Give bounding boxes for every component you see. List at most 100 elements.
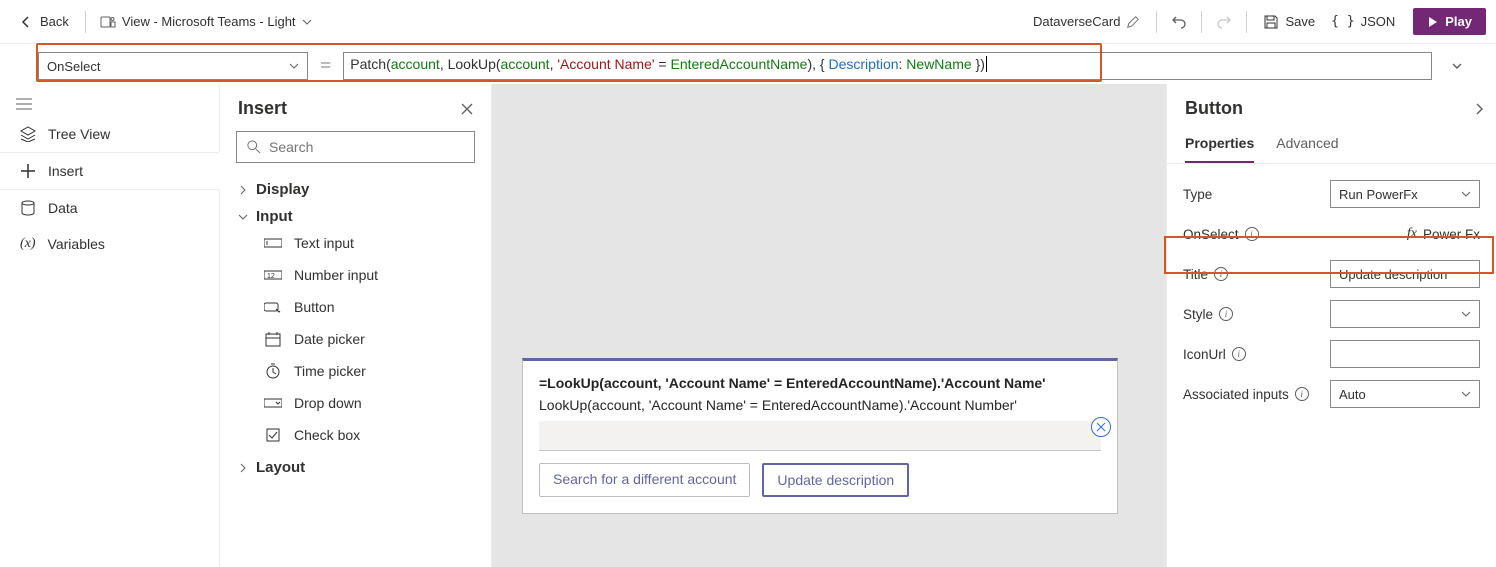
properties-expand[interactable]: [1474, 102, 1484, 116]
save-icon: [1263, 14, 1279, 30]
tab-advanced[interactable]: Advanced: [1276, 129, 1338, 163]
group-display[interactable]: Display: [220, 173, 491, 200]
view-dropdown[interactable]: View - Microsoft Teams - Light: [94, 10, 318, 34]
chevron-right-icon: [238, 463, 248, 473]
undo-icon: [1171, 14, 1187, 30]
card-button-update[interactable]: Update description: [762, 463, 909, 497]
prop-label-iconurl: IconUrli: [1183, 347, 1246, 362]
prop-type-select[interactable]: Run PowerFx: [1330, 180, 1480, 208]
info-icon[interactable]: i: [1295, 387, 1309, 401]
prop-onselect-value[interactable]: fx Power Fx: [1407, 226, 1480, 242]
insert-search-input[interactable]: [269, 139, 464, 155]
control-check-box[interactable]: Check box: [220, 419, 491, 451]
close-insert-button[interactable]: [457, 99, 477, 119]
separator: [1201, 11, 1202, 33]
separator: [85, 11, 86, 33]
prop-label-title: Titlei: [1183, 267, 1228, 282]
control-label: Text input: [294, 235, 354, 251]
layers-icon: [20, 126, 36, 142]
chevron-down-icon: [302, 17, 312, 27]
info-icon[interactable]: i: [1232, 347, 1246, 361]
sidebar-item-variables[interactable]: (x) Variables: [0, 226, 219, 262]
card-text-line-1: =LookUp(account, 'Account Name' = Entere…: [539, 375, 1101, 391]
chevron-down-icon: [1461, 189, 1471, 199]
svg-text:12: 12: [267, 273, 275, 280]
json-button[interactable]: { } JSON: [1323, 10, 1403, 33]
button-icon: [264, 301, 282, 313]
save-label: Save: [1285, 14, 1315, 29]
group-input[interactable]: Input: [220, 200, 491, 227]
control-time-picker[interactable]: Time picker: [220, 355, 491, 387]
prop-iconurl-input[interactable]: [1330, 340, 1480, 368]
checkbox-icon: [264, 428, 282, 442]
card-text-line-2: LookUp(account, 'Account Name' = Entered…: [539, 397, 1101, 413]
teams-icon: [100, 14, 116, 30]
pencil-icon: [1126, 15, 1140, 29]
equals-sign: =: [318, 55, 333, 78]
number-input-icon: 12: [264, 269, 282, 281]
play-button[interactable]: Play: [1413, 8, 1486, 35]
control-text-input[interactable]: Text input: [220, 227, 491, 259]
sidebar-item-label: Data: [48, 200, 78, 216]
clock-icon: [264, 363, 282, 379]
property-dropdown-value: OnSelect: [47, 59, 100, 74]
variable-icon: (x): [20, 236, 36, 252]
leftnav-collapse[interactable]: [0, 92, 219, 116]
control-date-picker[interactable]: Date picker: [220, 323, 491, 355]
close-icon: [461, 103, 473, 115]
prop-label-onselect: OnSelecti: [1183, 227, 1259, 242]
prop-assoc-select[interactable]: Auto: [1330, 380, 1480, 408]
prop-title-input[interactable]: Update description: [1330, 260, 1480, 288]
sidebar-item-insert[interactable]: Insert: [0, 152, 219, 190]
plus-icon: [20, 163, 36, 179]
json-label: JSON: [1361, 14, 1396, 29]
control-drop-down[interactable]: Drop down: [220, 387, 491, 419]
control-label: Number input: [294, 267, 378, 283]
back-button[interactable]: Back: [10, 10, 77, 34]
card-button-search[interactable]: Search for a different account: [539, 463, 750, 497]
token-fn: Patch: [350, 56, 386, 72]
chevron-down-icon: [1452, 61, 1462, 71]
dropdown-icon: [264, 397, 282, 409]
info-icon[interactable]: i: [1219, 307, 1233, 321]
info-icon[interactable]: i: [1214, 267, 1228, 281]
property-dropdown[interactable]: OnSelect: [38, 52, 308, 80]
design-canvas[interactable]: =LookUp(account, 'Account Name' = Entere…: [492, 84, 1166, 567]
group-label: Layout: [256, 459, 305, 476]
formula-bar[interactable]: Patch(account, LookUp(account, 'Account …: [343, 52, 1432, 80]
close-icon: [1096, 422, 1106, 432]
view-label: View - Microsoft Teams - Light: [122, 14, 296, 29]
save-button[interactable]: Save: [1255, 10, 1323, 34]
card-preview[interactable]: =LookUp(account, 'Account Name' = Entere…: [522, 358, 1118, 514]
fx-icon: fx: [1407, 226, 1417, 242]
separator: [1156, 11, 1157, 33]
sidebar-item-tree-view[interactable]: Tree View: [0, 116, 219, 152]
search-icon: [247, 140, 261, 154]
control-label: Drop down: [294, 395, 362, 411]
separator: [1246, 11, 1247, 33]
control-label: Button: [294, 299, 334, 315]
sidebar-item-label: Insert: [48, 163, 83, 179]
chevron-down-icon: [1461, 309, 1471, 319]
undo-button[interactable]: [1165, 10, 1193, 34]
card-text-input[interactable]: [539, 421, 1101, 451]
hamburger-icon: [16, 98, 32, 110]
prop-assoc-value: Auto: [1339, 387, 1366, 402]
insert-title: Insert: [238, 98, 287, 119]
insert-search[interactable]: [236, 131, 475, 163]
control-button[interactable]: Button: [220, 291, 491, 323]
database-icon: [20, 200, 36, 216]
info-icon[interactable]: i: [1245, 227, 1259, 241]
group-layout[interactable]: Layout: [220, 451, 491, 478]
chevron-down-icon: [289, 61, 299, 71]
prop-label-type: Type: [1183, 187, 1212, 202]
prop-label-assoc: Associated inputsi: [1183, 387, 1309, 402]
tab-properties[interactable]: Properties: [1185, 129, 1254, 163]
sidebar-item-data[interactable]: Data: [0, 190, 219, 226]
prop-style-select[interactable]: [1330, 300, 1480, 328]
formula-expand[interactable]: [1442, 55, 1472, 77]
clear-input-button[interactable]: [1091, 417, 1111, 437]
control-number-input[interactable]: 12 Number input: [220, 259, 491, 291]
sidebar-item-label: Tree View: [48, 126, 110, 142]
card-name[interactable]: DataverseCard: [1025, 10, 1148, 33]
